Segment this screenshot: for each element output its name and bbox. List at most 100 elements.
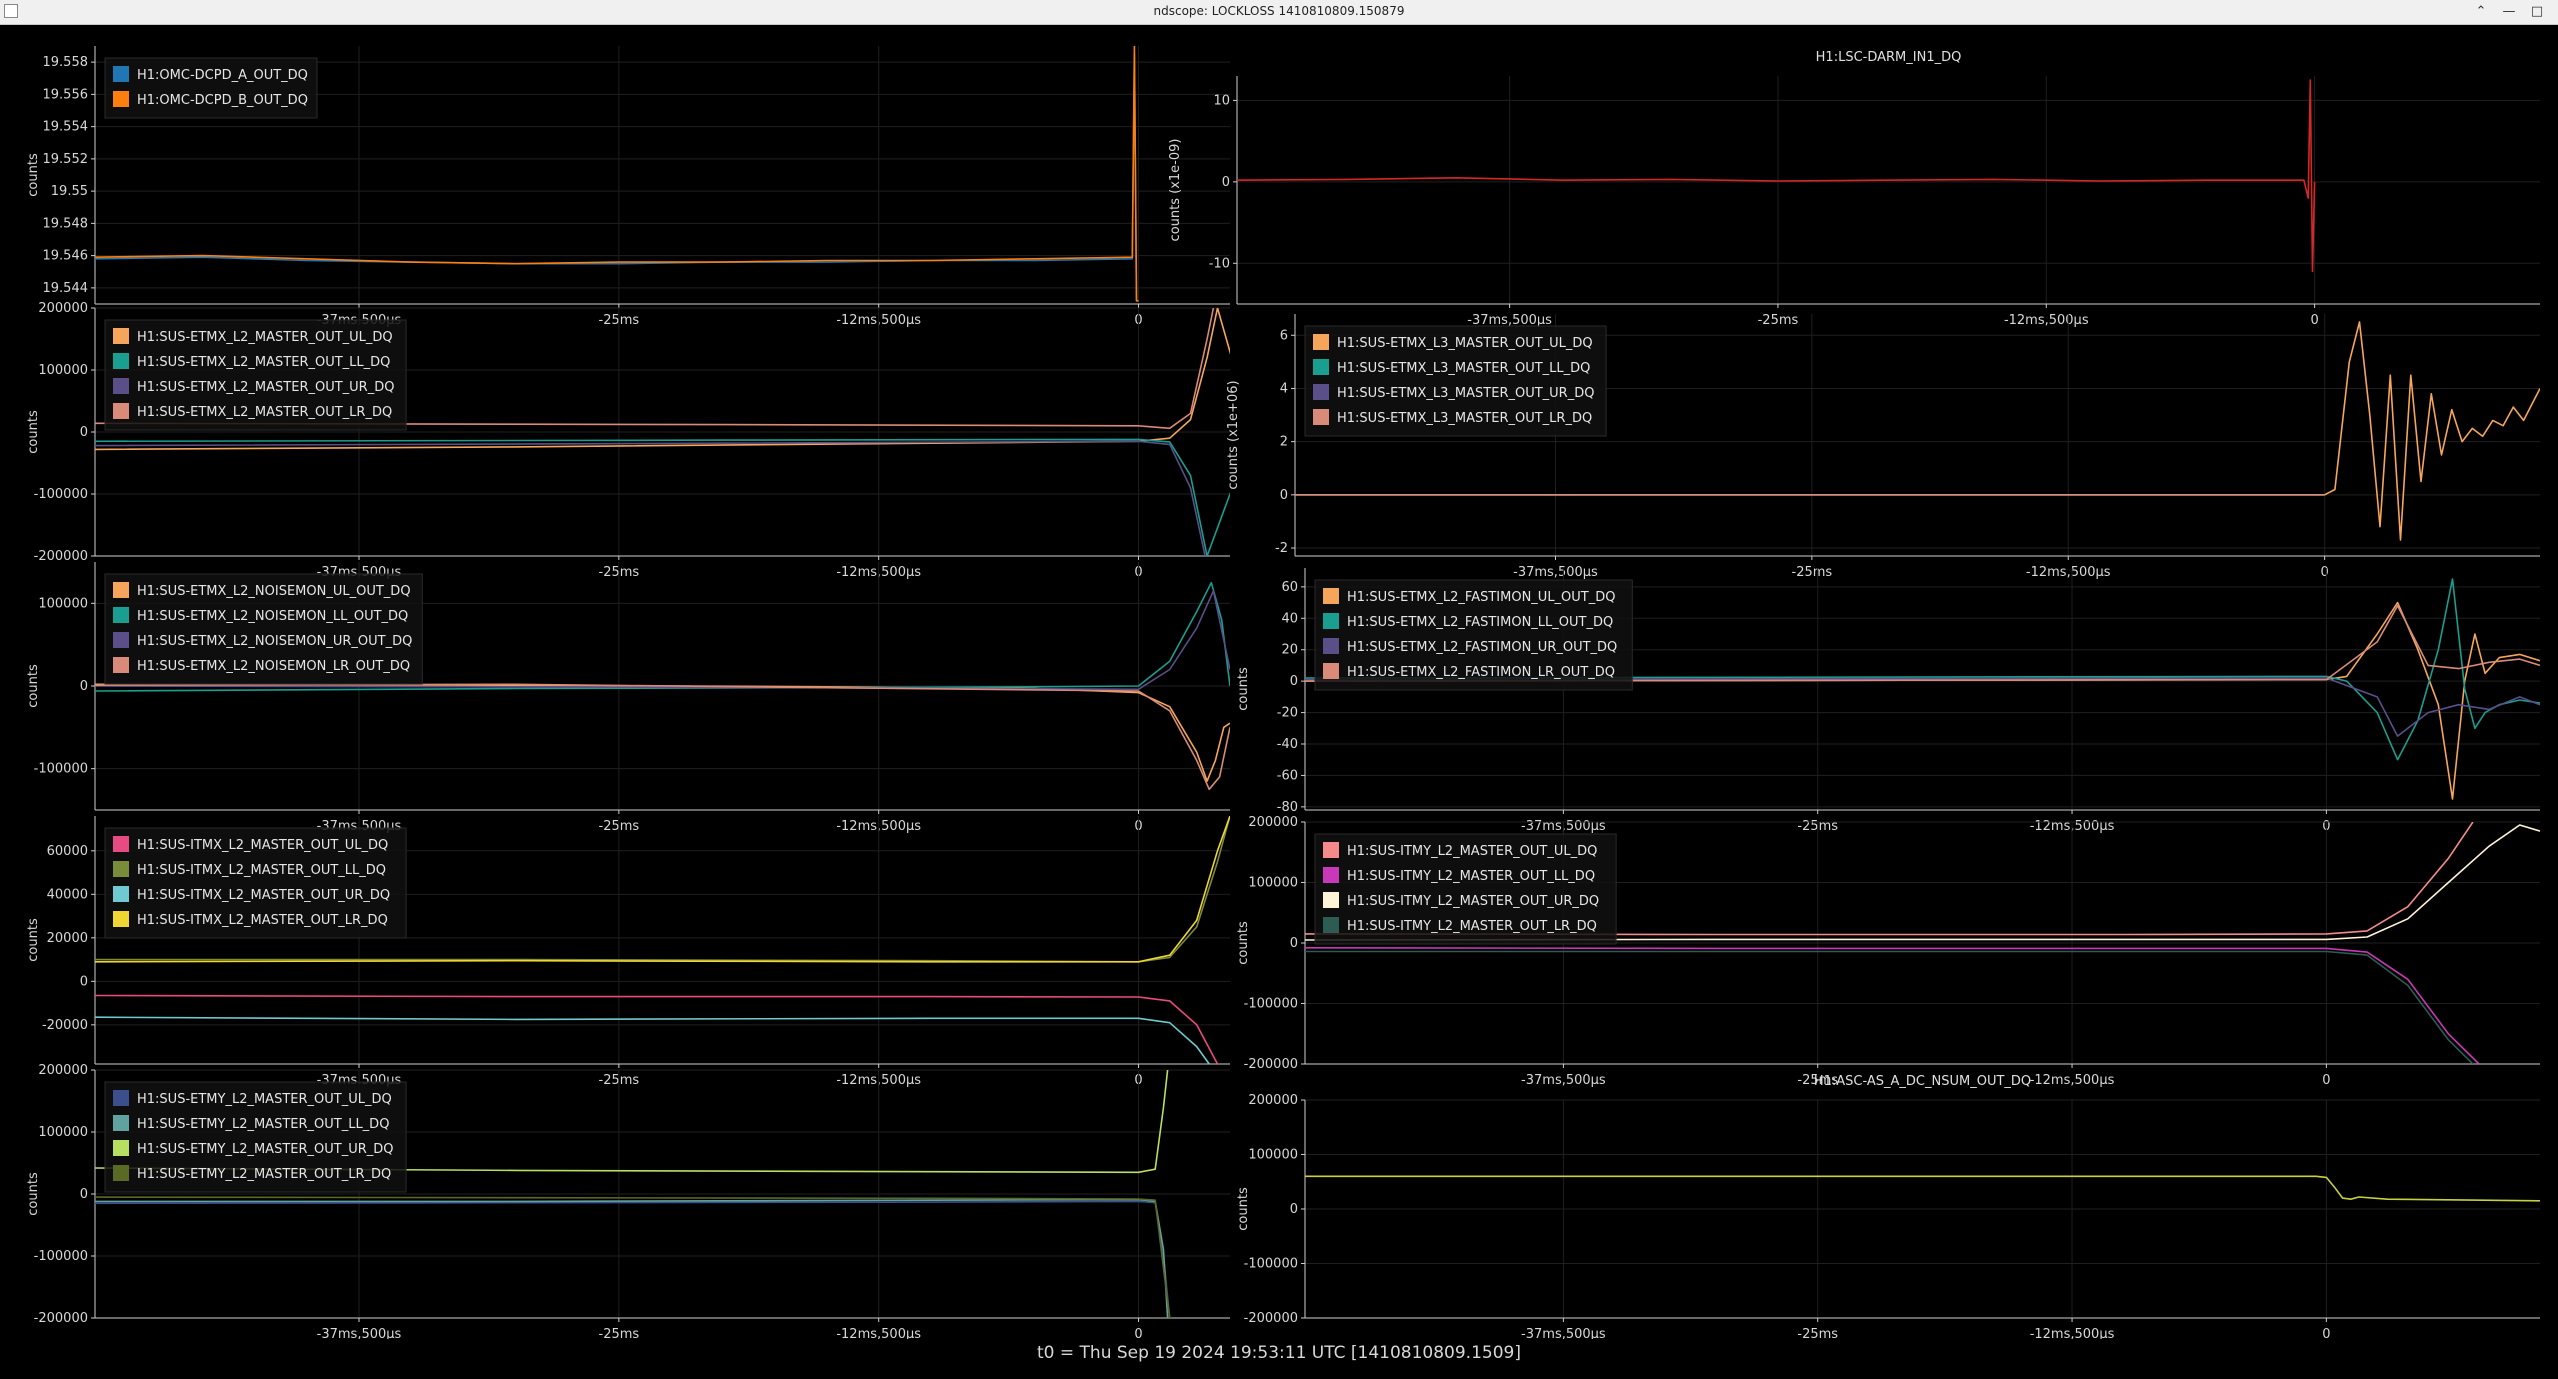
plot-panel-etmy_l2_master[interactable]: 200000 100000 0 -100000 -200000 -37ms,500µs -2… <box>26 1063 1230 1339</box>
legend-swatch[interactable] <box>1323 613 1339 629</box>
legend-swatch[interactable] <box>113 657 129 673</box>
legend-label: H1:SUS-ETMY_L2_MASTER_OUT_UL_DQ <box>137 1092 392 1107</box>
legend-swatch[interactable] <box>113 582 129 598</box>
legend-label: H1:SUS-ETMX_L2_MASTER_OUT_LR_DQ <box>137 405 392 420</box>
legend-label: H1:SUS-ITMX_L2_MASTER_OUT_LL_DQ <box>137 863 386 878</box>
x-tick-label: 0 <box>2322 1073 2330 1088</box>
x-tick-label: -25ms <box>1792 565 1833 580</box>
legend-swatch[interactable] <box>1313 359 1329 375</box>
legend-swatch[interactable] <box>1323 663 1339 679</box>
plot-panel-omc[interactable]: 19.558 19.556 19.554 19.552 19.55 19.548 19.54… <box>26 46 1230 328</box>
legend-swatch[interactable] <box>113 607 129 623</box>
y-tick-label: -200000 <box>1244 1057 1298 1072</box>
legend-swatch[interactable] <box>113 1165 129 1181</box>
legend-label: H1:SUS-ITMY_L2_MASTER_OUT_UR_DQ <box>1347 894 1599 909</box>
plot-grid[interactable]: 19.558 19.556 19.554 19.552 19.55 19.548 19.54… <box>0 24 2558 1339</box>
series-group <box>1237 79 2316 273</box>
series-line-1 <box>1305 947 2480 1064</box>
plot-legend[interactable]: H1:SUS-ETMX_L2_MASTER_OUT_UL_DQ H1:SUS-ET… <box>104 319 407 431</box>
series-line-0 <box>95 683 1230 782</box>
y-tick-label: -100000 <box>1244 997 1298 1012</box>
legend-swatch[interactable] <box>1313 384 1329 400</box>
legend-swatch[interactable] <box>1323 867 1339 883</box>
legend-label: H1:SUS-ETMX_L2_NOISEMON_LR_OUT_DQ <box>137 659 410 674</box>
y-tick-label: 19.544 <box>43 281 89 296</box>
legend-swatch[interactable] <box>113 911 129 927</box>
legend-swatch[interactable] <box>113 378 129 394</box>
legend-swatch[interactable] <box>113 66 129 82</box>
legend-label: H1:SUS-ITMX_L2_MASTER_OUT_UR_DQ <box>137 888 390 903</box>
y-tick-label: 200000 <box>38 301 88 316</box>
plot-legend[interactable]: H1:SUS-ETMX_L2_FASTIMON_UL_OUT_DQ H1:SUS-… <box>1314 579 1633 691</box>
y-tick-label: -100000 <box>34 487 88 502</box>
y-tick-label: 40000 <box>47 887 88 902</box>
y-tick-label: -100000 <box>34 1249 88 1264</box>
series-line-0 <box>95 1200 1171 1318</box>
window-titlebar[interactable]: ndscope: LOCKLOSS 1410810809.150879 ⌃ — … <box>0 0 2558 25</box>
plot-legend[interactable]: H1:OMC-DCPD_A_OUT_DQ H1:OMC-DCPD_B_OUT_DQ <box>104 57 318 119</box>
plot-legend[interactable]: H1:SUS-ETMX_L2_NOISEMON_UL_OUT_DQ H1:SUS-… <box>104 573 423 685</box>
legend-swatch[interactable] <box>1323 638 1339 654</box>
y-tick-label: 19.554 <box>43 120 89 135</box>
legend-swatch[interactable] <box>1323 917 1339 933</box>
y-tick-label: 200000 <box>1248 1093 1298 1108</box>
y-axis-label: counts <box>26 410 41 454</box>
y-tick-label: 19.552 <box>43 152 89 167</box>
legend-label: H1:SUS-ETMX_L2_FASTIMON_LR_OUT_DQ <box>1347 665 1615 680</box>
legend-swatch[interactable] <box>113 632 129 648</box>
plot-panel-etmx_l2_master[interactable]: 2000001000000-100000-200000-37ms,500µs -2… <box>26 301 1351 580</box>
legend-swatch[interactable] <box>113 836 129 852</box>
plot-panel-etmx_l2_noisemon[interactable]: 1000000-100000-37ms,500µs -25ms -12ms,500µ… <box>26 562 1230 834</box>
plot-panel-etmx_l3_master[interactable]: 6 4 2 0 -2 -37ms,500µs -25ms -12ms,500µs 0 counts… <box>1226 314 2540 580</box>
y-tick-label: 0 <box>80 679 88 694</box>
legend-swatch[interactable] <box>113 1140 129 1156</box>
legend-swatch[interactable] <box>113 403 129 419</box>
legend-swatch[interactable] <box>113 861 129 877</box>
y-tick-label: -200000 <box>34 1311 88 1326</box>
y-tick-label: 200000 <box>38 1063 88 1078</box>
legend-swatch[interactable] <box>113 328 129 344</box>
plot-legend[interactable]: H1:SUS-ETMY_L2_MASTER_OUT_UL_DQ H1:SUS-ET… <box>104 1081 407 1193</box>
legend-swatch[interactable] <box>113 353 129 369</box>
legend-label: H1:SUS-ETMX_L3_MASTER_OUT_LL_DQ <box>1337 361 1590 376</box>
legend-swatch[interactable] <box>113 91 129 107</box>
y-axis-label: counts (x1e-09) <box>1168 139 1183 242</box>
plot-panel-darm[interactable]: 100-10-37ms,500µs -25ms -12ms,500µs 0counts… <box>1168 50 2540 328</box>
y-tick-label: 100000 <box>38 596 88 611</box>
x-tick-label: 0 <box>1134 1327 1142 1339</box>
series-group <box>1305 1175 2540 1202</box>
legend-swatch[interactable] <box>113 1090 129 1106</box>
legend-swatch[interactable] <box>1323 842 1339 858</box>
plot-legend[interactable]: H1:SUS-ITMY_L2_MASTER_OUT_UL_DQ H1:SUS-IT… <box>1314 833 1617 945</box>
plot-panel-etmx_l2_fastimon[interactable]: 60 40 20 0 -20 -40 -60 -80 -37ms,500µs -25ms -12ms… <box>1236 568 2540 834</box>
plot-panel-itmx_l2_master[interactable]: 6000040000200000-20000-37ms,500µs -25ms -1… <box>26 816 1230 1088</box>
x-tick-label: -25ms <box>1797 1327 1838 1339</box>
legend-label: H1:SUS-ETMX_L2_MASTER_OUT_UR_DQ <box>137 380 394 395</box>
legend-label: H1:SUS-ETMX_L2_NOISEMON_UL_OUT_DQ <box>137 584 411 599</box>
series-line-3 <box>95 683 1230 791</box>
y-tick-label: 0 <box>80 974 88 989</box>
legend-label: H1:SUS-ITMY_L2_MASTER_OUT_UL_DQ <box>1347 844 1597 859</box>
y-tick-label: 0 <box>1280 488 1288 503</box>
maximize-window-button[interactable]: □ <box>2528 3 2546 21</box>
legend-label: H1:SUS-ETMX_L2_FASTIMON_LL_OUT_DQ <box>1347 615 1613 630</box>
collapse-window-button[interactable]: ⌃ <box>2472 3 2490 21</box>
x-tick-label: -12ms,500µs <box>2026 565 2111 580</box>
legend-swatch[interactable] <box>1323 588 1339 604</box>
legend-swatch[interactable] <box>113 1115 129 1131</box>
plot-panel-asc_nsum[interactable]: 200000 100000 0 -100000 -200000 -37ms,500µs -2… <box>1236 1074 2540 1339</box>
legend-swatch[interactable] <box>1323 892 1339 908</box>
legend-swatch[interactable] <box>1313 409 1329 425</box>
legend-swatch[interactable] <box>113 886 129 902</box>
plot-legend[interactable]: H1:SUS-ITMX_L2_MASTER_OUT_UL_DQ H1:SUS-IT… <box>104 827 407 939</box>
window-title: ndscope: LOCKLOSS 1410810809.150879 <box>1153 4 1405 18</box>
y-tick-label: 10 <box>1213 93 1230 108</box>
x-tick-label: 0 <box>2322 1327 2330 1339</box>
plot-legend[interactable]: H1:SUS-ETMX_L3_MASTER_OUT_UL_DQ H1:SUS-ET… <box>1304 325 1607 437</box>
minimize-window-button[interactable]: — <box>2500 3 2518 21</box>
legend-swatch[interactable] <box>1313 334 1329 350</box>
y-tick-label: 0 <box>80 425 88 440</box>
x-tick-label: -37ms,500µs <box>1513 565 1598 580</box>
y-tick-label: 2 <box>1280 435 1288 450</box>
plot-panel-itmy_l2_master[interactable]: 2000001000000-100000-200000-37ms,500µs -2… <box>1236 815 2540 1088</box>
